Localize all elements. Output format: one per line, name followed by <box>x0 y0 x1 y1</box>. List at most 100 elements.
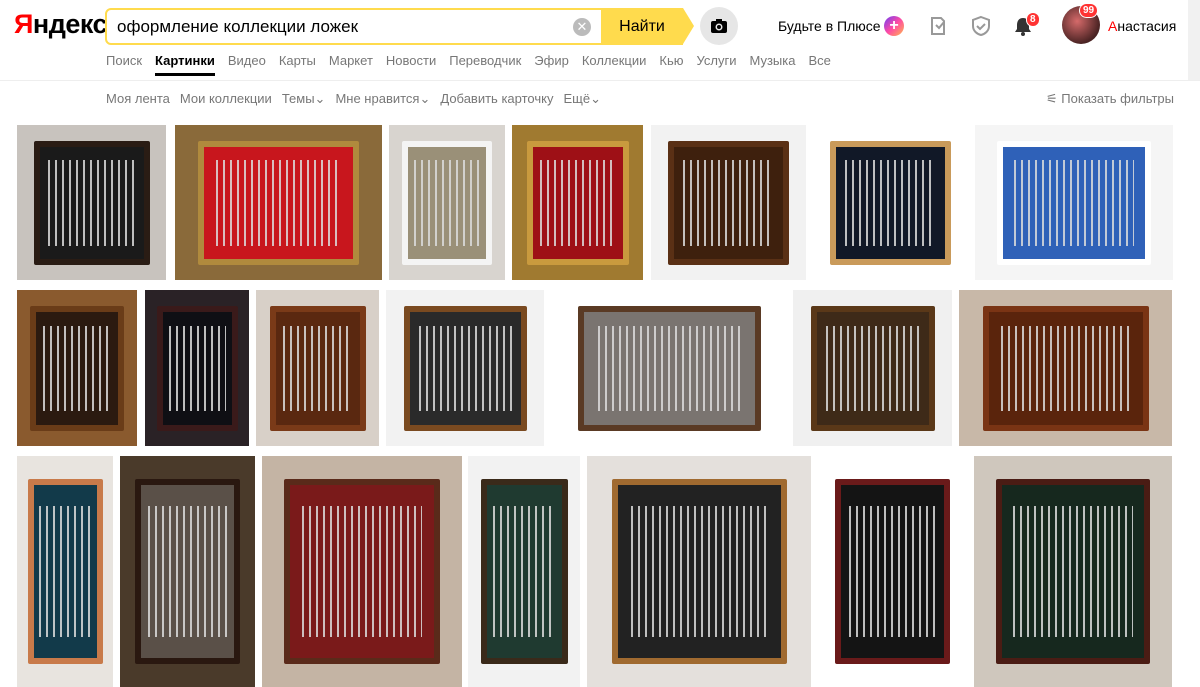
display-frame <box>668 141 789 265</box>
spoons <box>825 325 921 412</box>
image-result-cabinet-with-door[interactable] <box>17 456 113 687</box>
service-tabs: Поиск Картинки Видео Карты Маркет Новости Пере… <box>106 53 844 76</box>
tab-item[interactable]: Картинки <box>155 53 215 76</box>
tab-item[interactable]: Карты <box>279 53 316 76</box>
image-result-dark-cabinet-silver[interactable] <box>120 456 255 687</box>
plus-icon[interactable]: + <box>884 16 904 36</box>
display-frame <box>30 306 124 431</box>
frame-background <box>40 147 144 259</box>
chevron-down-icon: ⌄ <box>314 91 326 106</box>
search-input[interactable] <box>117 16 577 37</box>
display-frame <box>481 479 568 664</box>
image-result-wood-frame-black-bg[interactable] <box>17 125 166 280</box>
tab-item[interactable]: Поиск <box>106 53 142 76</box>
tab-item[interactable]: Музыка <box>749 53 795 76</box>
tab-item[interactable]: Коллекции <box>582 53 647 76</box>
filter-item[interactable]: Ещё⌄ <box>563 91 601 107</box>
frame-background <box>36 312 118 425</box>
camera-search-icon[interactable] <box>700 7 738 45</box>
clear-search-icon[interactable]: ✕ <box>573 18 591 36</box>
header: Яндекс ✕ Найти Будьте в Плюсе + 8 99 Ана… <box>0 0 1200 80</box>
plus-promo-link[interactable]: Будьте в Плюсе <box>778 18 881 34</box>
spoons <box>282 325 354 412</box>
spoons <box>682 160 775 246</box>
display-frame <box>157 306 238 431</box>
spoons <box>597 325 742 412</box>
frame-background <box>34 485 97 658</box>
divider <box>0 80 1200 81</box>
scrollbar[interactable] <box>1188 0 1200 80</box>
frame-background <box>141 485 234 658</box>
tab-item[interactable]: Все <box>808 53 830 76</box>
image-result-wood-frame-glass[interactable] <box>386 290 544 446</box>
frame-background <box>533 147 623 259</box>
image-result-light-wood-shelf-black[interactable] <box>813 125 968 280</box>
filter-bar: Моя лента Мои коллекции Темы⌄ Мне нравится⌄… <box>106 91 611 107</box>
tab-item[interactable]: Услуги <box>697 53 737 76</box>
tab-item[interactable]: Маркет <box>329 53 373 76</box>
find-button[interactable]: Найти <box>601 8 694 45</box>
image-result-wood-rack-arch[interactable] <box>651 125 806 280</box>
yandex-logo[interactable]: Яндекс <box>14 9 108 40</box>
spoons <box>148 505 227 638</box>
image-result-gold-frame-red-bg[interactable] <box>175 125 382 280</box>
image-result-tall-wood-shelf[interactable] <box>793 290 952 446</box>
frame-background <box>204 147 353 259</box>
image-result-gold-frame-red-bg-2[interactable] <box>512 125 643 280</box>
frame-background <box>1002 485 1144 658</box>
filter-label: Темы <box>281 91 315 106</box>
spoons <box>844 160 937 246</box>
image-result-maroon-frame-black[interactable] <box>818 456 966 687</box>
notifications-badge: 8 <box>1026 12 1040 27</box>
display-frame <box>28 479 103 664</box>
image-result-grey-frame-spoons[interactable] <box>552 290 786 446</box>
tab-item[interactable]: Эфир <box>534 53 569 76</box>
show-filters-button[interactable]: ⚟ Показать фильтры <box>1046 91 1174 107</box>
filter-item[interactable]: Добавить карточку <box>440 91 553 107</box>
spoons <box>301 505 423 638</box>
spoons <box>48 160 136 246</box>
image-result-dark-cabinet-green[interactable] <box>974 456 1172 687</box>
image-result-dark-frame-black-bg[interactable] <box>145 290 249 446</box>
filter-label: Моя лента <box>106 91 170 106</box>
image-result-shield-rack[interactable] <box>959 290 1172 446</box>
frame-background <box>410 312 521 425</box>
shield-icon[interactable] <box>970 15 992 37</box>
display-frame <box>830 141 951 265</box>
spoons <box>215 160 342 246</box>
user-name[interactable]: Анастасия <box>1108 18 1176 34</box>
image-result-wall-multiple-frames[interactable] <box>389 125 505 280</box>
filter-item[interactable]: Мне нравится⌄ <box>335 91 430 107</box>
image-result-green-bg-frame[interactable] <box>468 456 580 687</box>
tab-item[interactable]: Видео <box>228 53 266 76</box>
filter-label: Мои коллекции <box>179 91 272 106</box>
chevron-down-icon: ⌄ <box>590 91 601 106</box>
filter-item[interactable]: Моя лента <box>106 91 170 107</box>
display-frame <box>997 141 1151 265</box>
filter-item[interactable]: Мои коллекции <box>180 91 272 107</box>
collections-icon[interactable] <box>928 15 950 37</box>
spoons <box>418 325 513 412</box>
display-frame <box>811 306 935 431</box>
search-box: ✕ Найти <box>105 8 694 45</box>
chevron-down-icon: ⌄ <box>419 91 431 106</box>
filters-icon: ⚟ <box>1046 91 1062 106</box>
frame-background <box>163 312 232 425</box>
image-result-wood-shelf-figurines[interactable] <box>17 290 137 446</box>
filter-label: Добавить карточку <box>440 91 554 106</box>
frame-background <box>584 312 755 425</box>
tab-item[interactable]: Кью <box>659 53 683 76</box>
display-frame <box>612 479 787 664</box>
display-frame <box>402 141 492 265</box>
tab-item[interactable]: Переводчик <box>449 53 521 76</box>
spoons <box>849 505 936 638</box>
image-result-white-frame-blue-bg[interactable] <box>975 125 1173 280</box>
filter-item[interactable]: Темы⌄ <box>282 91 326 107</box>
spoons <box>39 505 92 638</box>
frame-background <box>408 147 486 259</box>
image-result-cabinet-red-bg[interactable] <box>262 456 462 687</box>
tab-item[interactable]: Новости <box>386 53 436 76</box>
image-result-carved-wood-rack[interactable] <box>256 290 379 446</box>
image-result-wood-frame-figures[interactable] <box>587 456 811 687</box>
frame-background <box>487 485 562 658</box>
